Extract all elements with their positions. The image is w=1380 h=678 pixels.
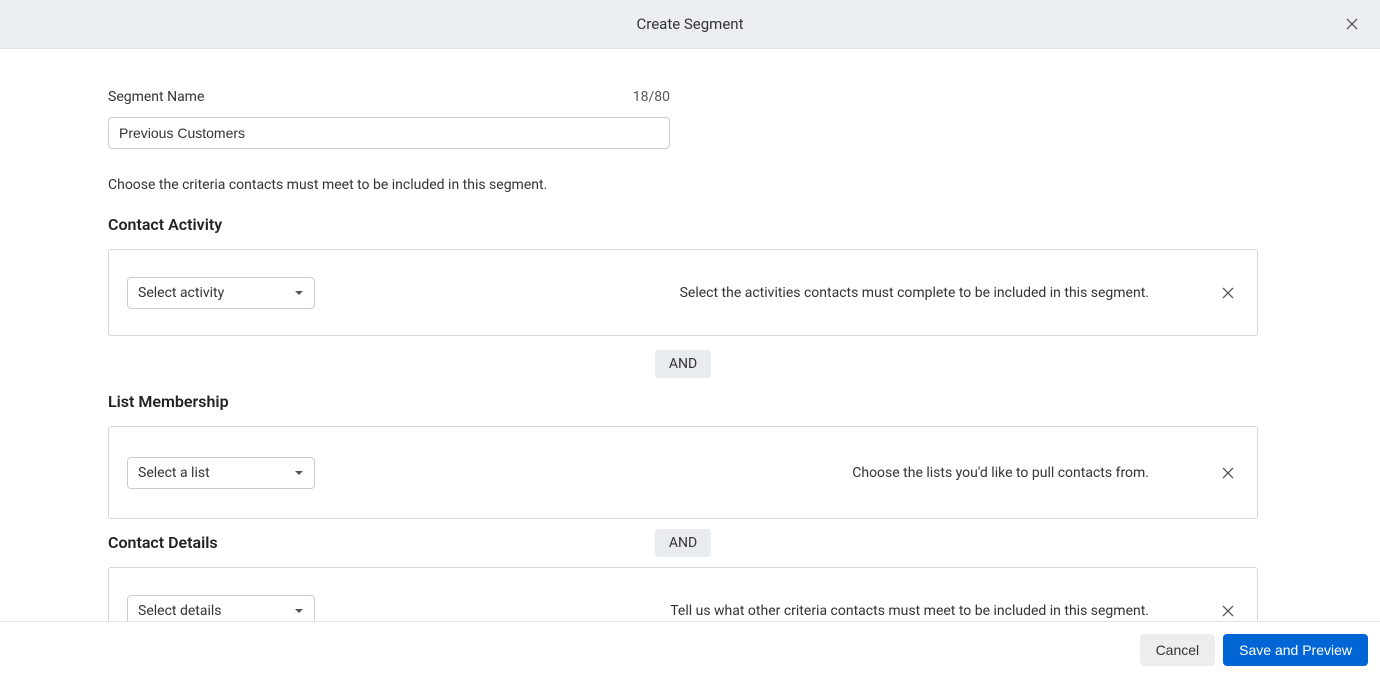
- list-card: Select a list Choose the lists you'd lik…: [108, 426, 1258, 519]
- close-icon: [1344, 16, 1360, 32]
- section-title-activity: Contact Activity: [108, 215, 1366, 234]
- section-title-list: List Membership: [108, 392, 1366, 411]
- chevron-down-icon: [294, 468, 304, 478]
- list-right: Choose the lists you'd like to pull cont…: [852, 464, 1237, 482]
- details-left: Select details: [127, 595, 315, 622]
- activity-hint: Select the activities contacts must comp…: [680, 285, 1149, 301]
- details-card: Select details Tell us what other criter…: [108, 567, 1258, 621]
- close-button[interactable]: [1342, 14, 1362, 34]
- segment-name-char-count: 18/80: [633, 89, 670, 105]
- section-title-details: Contact Details: [108, 533, 218, 552]
- close-icon: [1220, 285, 1236, 301]
- activity-select[interactable]: Select activity: [127, 277, 315, 309]
- and-badge: AND: [655, 350, 711, 378]
- segment-name-row: Segment Name 18/80: [108, 89, 670, 105]
- save-preview-button[interactable]: Save and Preview: [1223, 634, 1368, 666]
- close-icon: [1220, 603, 1236, 619]
- chevron-down-icon: [294, 606, 304, 616]
- details-select-label: Select details: [138, 603, 222, 619]
- activity-right: Select the activities contacts must comp…: [680, 284, 1237, 302]
- activity-select-label: Select activity: [138, 285, 224, 301]
- list-left: Select a list: [127, 457, 315, 489]
- details-hint: Tell us what other criteria contacts mus…: [670, 603, 1149, 619]
- content-wrapper: Segment Name 18/80 Choose the criteria c…: [108, 89, 1366, 621]
- segment-name-label: Segment Name: [108, 89, 204, 105]
- remove-activity-button[interactable]: [1219, 284, 1237, 302]
- criteria-intro-text: Choose the criteria contacts must meet t…: [108, 177, 1366, 193]
- segment-name-input[interactable]: [108, 117, 670, 149]
- contact-details-header-row: Contact Details AND: [108, 533, 1258, 552]
- details-select[interactable]: Select details: [127, 595, 315, 622]
- remove-list-button[interactable]: [1219, 464, 1237, 482]
- close-icon: [1220, 465, 1236, 481]
- cancel-button[interactable]: Cancel: [1140, 634, 1216, 666]
- activity-left: Select activity: [127, 277, 315, 309]
- activity-card: Select activity Select the activities co…: [108, 249, 1258, 336]
- list-select-label: Select a list: [138, 465, 210, 481]
- and-badge: AND: [655, 529, 711, 557]
- modal-header: Create Segment: [0, 0, 1380, 49]
- list-select[interactable]: Select a list: [127, 457, 315, 489]
- chevron-down-icon: [294, 288, 304, 298]
- remove-details-button[interactable]: [1219, 602, 1237, 620]
- modal-footer: Cancel Save and Preview: [0, 621, 1380, 678]
- and-connector-1: AND: [108, 350, 1258, 378]
- list-hint: Choose the lists you'd like to pull cont…: [852, 465, 1149, 481]
- details-right: Tell us what other criteria contacts mus…: [670, 602, 1237, 620]
- modal-body: Segment Name 18/80 Choose the criteria c…: [0, 49, 1380, 621]
- modal-title: Create Segment: [637, 15, 744, 33]
